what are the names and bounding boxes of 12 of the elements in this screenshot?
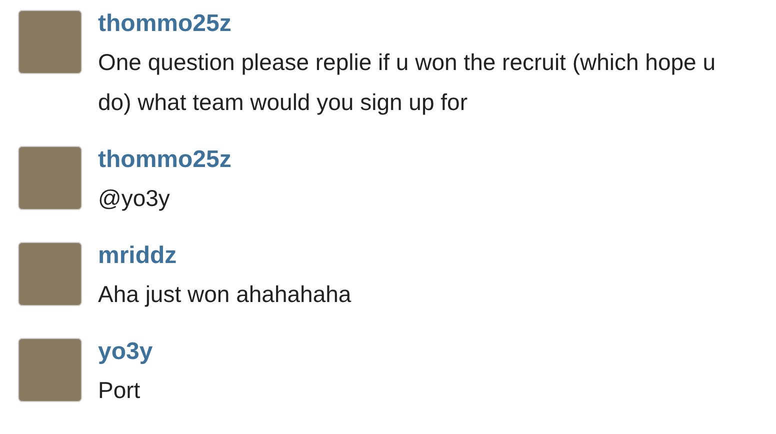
avatar-photo-placeholder[interactable]	[18, 338, 82, 402]
comment-text: Port	[98, 376, 142, 405]
username-link[interactable]: thommo25z	[98, 146, 232, 174]
comment-text: Aha just won ahahahaha	[98, 280, 352, 309]
username-link[interactable]: yo3y	[98, 338, 153, 366]
avatar-photo-placeholder[interactable]	[18, 146, 82, 210]
comment-text: @yo3y	[98, 184, 171, 213]
username-link[interactable]: mriddz	[98, 242, 177, 270]
comment-text: One question please replie if u won the recruit (which hope u do) what team would you sign up for	[98, 48, 717, 117]
avatar-photo-placeholder[interactable]	[18, 10, 82, 74]
username-link[interactable]: thommo25z	[98, 10, 232, 38]
avatar-photo-placeholder[interactable]	[18, 242, 82, 306]
